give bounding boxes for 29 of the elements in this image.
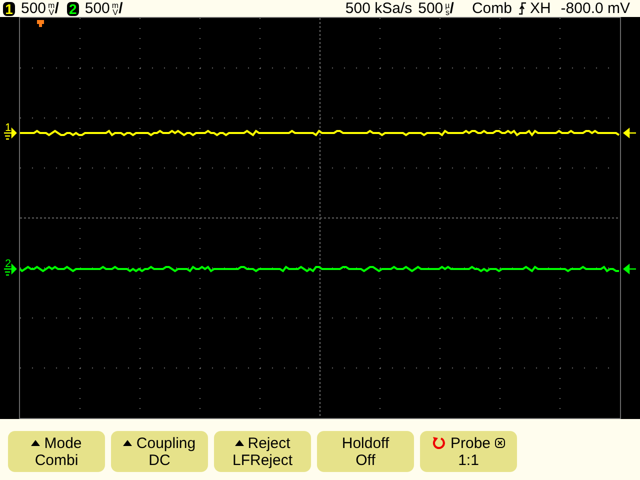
trigger-source: XH [530, 0, 551, 17]
softkey[interactable]: Reject LFReject [214, 431, 311, 472]
softkey[interactable]: Coupling DC [111, 431, 208, 472]
softkey[interactable]: Holdoff Off [317, 431, 414, 472]
trigger-level-arrow [622, 128, 637, 138]
trigger-mode: Comb [472, 0, 512, 17]
channel-badge: 1 [3, 2, 15, 16]
per-division-mark: / [118, 0, 123, 17]
up-arrow-icon [234, 440, 244, 446]
trigger-level: -800.0 mV [560, 0, 630, 17]
per-division-mark: / [54, 0, 59, 17]
per-division-mark: / [450, 0, 454, 17]
rotate-knob-icon [432, 436, 446, 450]
sample-rate: 500 kSa/s [345, 0, 412, 17]
channel-unit: m V [112, 2, 119, 16]
push-select-icon [494, 438, 505, 448]
trigger-position-icon [37, 20, 44, 27]
rising-edge-icon [518, 2, 527, 15]
trigger-level-arrow [622, 264, 637, 274]
channel-scale: 500 [21, 0, 46, 17]
timebase-scale: 500 [418, 0, 444, 17]
softkey[interactable]: Mode Combi [8, 431, 105, 472]
up-arrow-icon [31, 440, 40, 446]
up-arrow-icon [123, 440, 132, 446]
timebase-unit: µ s [445, 2, 450, 16]
channel-scale: 500 [84, 0, 110, 17]
softkey[interactable]: Probe 1:1 [420, 431, 517, 472]
channel-unit: m V [48, 2, 55, 16]
channel-badge: 2 [66, 2, 79, 16]
